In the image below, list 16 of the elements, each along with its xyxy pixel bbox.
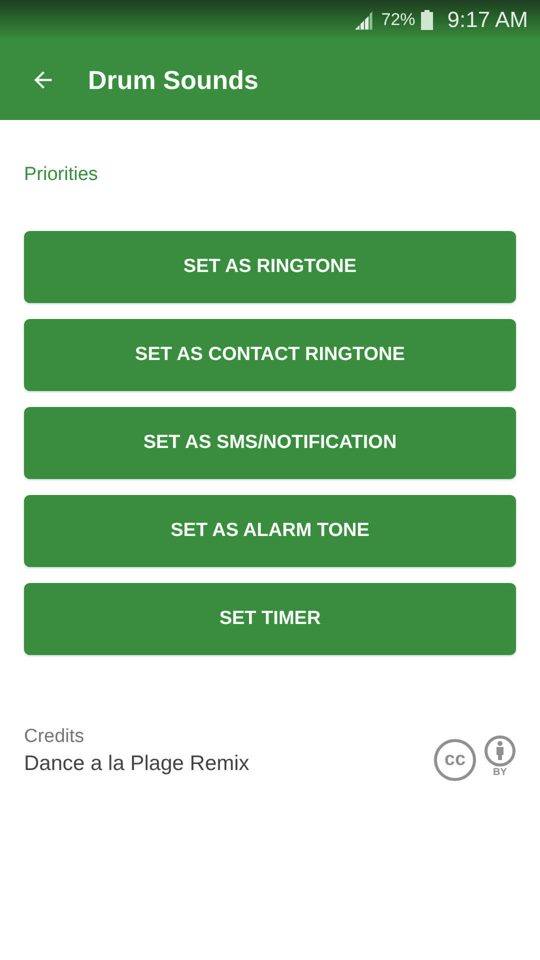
section-title: Priorities [24, 164, 99, 186]
action-button[interactable]: SET AS ALARM TONE [24, 495, 516, 567]
credits-text: Dance a la Plage Remix [24, 752, 250, 776]
action-button[interactable]: SET AS RINGTONE [24, 231, 516, 303]
cc-license-badge: cc [434, 739, 476, 781]
credits-heading: Credits [24, 726, 86, 748]
by-label: BY [493, 767, 507, 778]
clock: 9:17 AM [447, 7, 528, 33]
action-button[interactable]: SET AS CONTACT RINGTONE [24, 319, 516, 391]
signal-icon [355, 10, 376, 30]
screen-title: Drum Sounds [88, 64, 258, 96]
person-icon [484, 735, 516, 767]
battery-icon [421, 10, 434, 30]
action-button[interactable]: SET AS SMS/NOTIFICATION [24, 407, 516, 479]
battery-percent: 72% [381, 10, 416, 30]
action-button[interactable]: SET TIMER [24, 583, 516, 655]
